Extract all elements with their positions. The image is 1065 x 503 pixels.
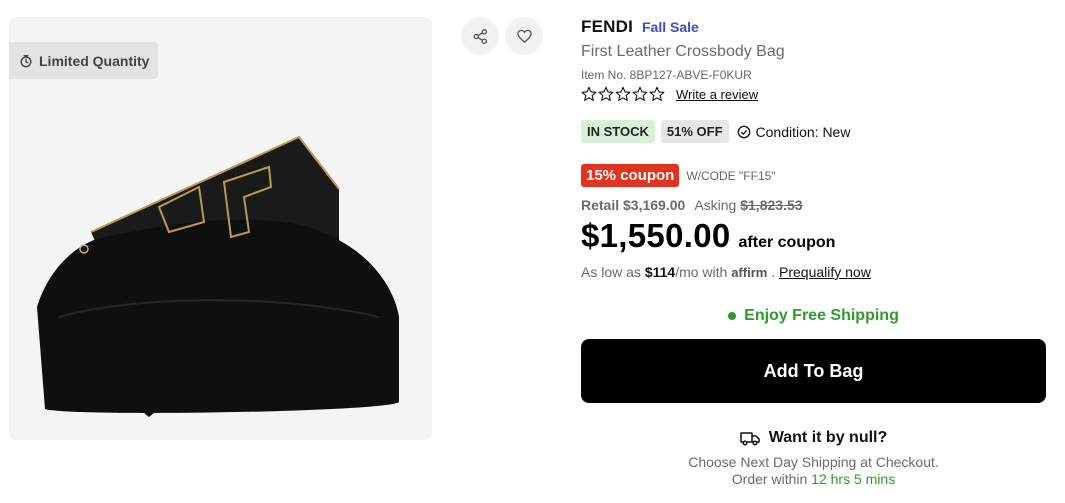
price-note: after coupon	[738, 234, 836, 251]
affirm-logo: affirm	[731, 265, 768, 280]
delivery-title-row: Want it by null?	[581, 429, 1046, 447]
prequalify-link[interactable]: Prequalify now	[779, 264, 871, 280]
product-title: First Leather Crossbody Bag	[581, 43, 785, 60]
time-remaining: 12 hrs 5 mins	[811, 471, 896, 487]
add-to-bag-button[interactable]: Add To Bag	[581, 339, 1046, 403]
brand-row: FENDI Fall Sale	[581, 17, 699, 37]
financing-row: As low as $114/mo with affirm . Prequali…	[581, 264, 871, 280]
monthly-amount: $114	[644, 264, 676, 280]
coupon-badge: 15% coupon	[581, 164, 680, 187]
free-shipping-label: Enjoy Free Shipping	[744, 307, 899, 324]
order-within-label: Order within	[731, 471, 808, 487]
financing-prefix: As low as	[581, 264, 641, 280]
discount-badge: 51% OFF	[660, 120, 729, 143]
check-circle-icon	[737, 125, 750, 138]
favorite-button[interactable]	[505, 17, 543, 55]
share-icon	[473, 28, 487, 44]
star-icon[interactable]	[632, 86, 648, 102]
rating-stars[interactable]	[581, 86, 665, 102]
stopwatch-icon	[19, 54, 33, 68]
sale-tag: Fall Sale	[642, 19, 699, 35]
status-dot-icon	[728, 312, 737, 320]
coupon-row: 15% coupon W/CODE "FF15"	[581, 164, 776, 187]
star-icon[interactable]	[615, 86, 631, 102]
free-shipping-row: Enjoy Free Shipping	[581, 307, 1046, 325]
heart-icon	[516, 29, 532, 43]
write-review-link[interactable]: Write a review	[676, 87, 758, 102]
asking-label: Asking	[694, 197, 737, 213]
product-image	[37, 135, 399, 417]
final-price: $1,550.00	[581, 217, 731, 254]
product-image-panel: Limited Quantity	[9, 17, 432, 440]
condition-label: Condition: New	[755, 123, 851, 140]
retail-price: $3,169.00	[623, 197, 686, 213]
rating-row: Write a review	[581, 86, 758, 102]
coupon-code: W/CODE "FF15"	[686, 168, 776, 183]
in-stock-badge: IN STOCK	[581, 120, 655, 143]
share-button[interactable]	[461, 17, 499, 55]
retail-label: Retail	[581, 197, 620, 213]
retail-row: Retail $3,169.00 Asking $1,823.53	[581, 197, 803, 213]
star-icon[interactable]	[649, 86, 665, 102]
financing-separator: .	[771, 264, 776, 280]
star-icon[interactable]	[581, 86, 597, 102]
delivery-title: Want it by null?	[768, 429, 888, 446]
star-icon[interactable]	[598, 86, 614, 102]
status-row: IN STOCK 51% OFF Condition: New	[581, 120, 850, 143]
asking-price: $1,823.53	[740, 197, 803, 213]
truck-icon	[740, 432, 760, 446]
brand-name[interactable]: FENDI	[581, 17, 633, 37]
condition-info: Condition: New	[737, 123, 851, 140]
item-number: Item No. 8BP127-ABVE-F0KUR	[581, 68, 752, 82]
financing-suffix: /mo with	[675, 264, 728, 280]
delivery-note: Choose Next Day Shipping at Checkout.	[688, 454, 939, 470]
order-within: Order within 12 hrs 5 mins	[581, 471, 1046, 487]
limited-quantity-label: Limited Quantity	[39, 52, 150, 69]
price-row: $1,550.00 after coupon	[581, 217, 835, 255]
limited-quantity-badge: Limited Quantity	[9, 42, 158, 79]
